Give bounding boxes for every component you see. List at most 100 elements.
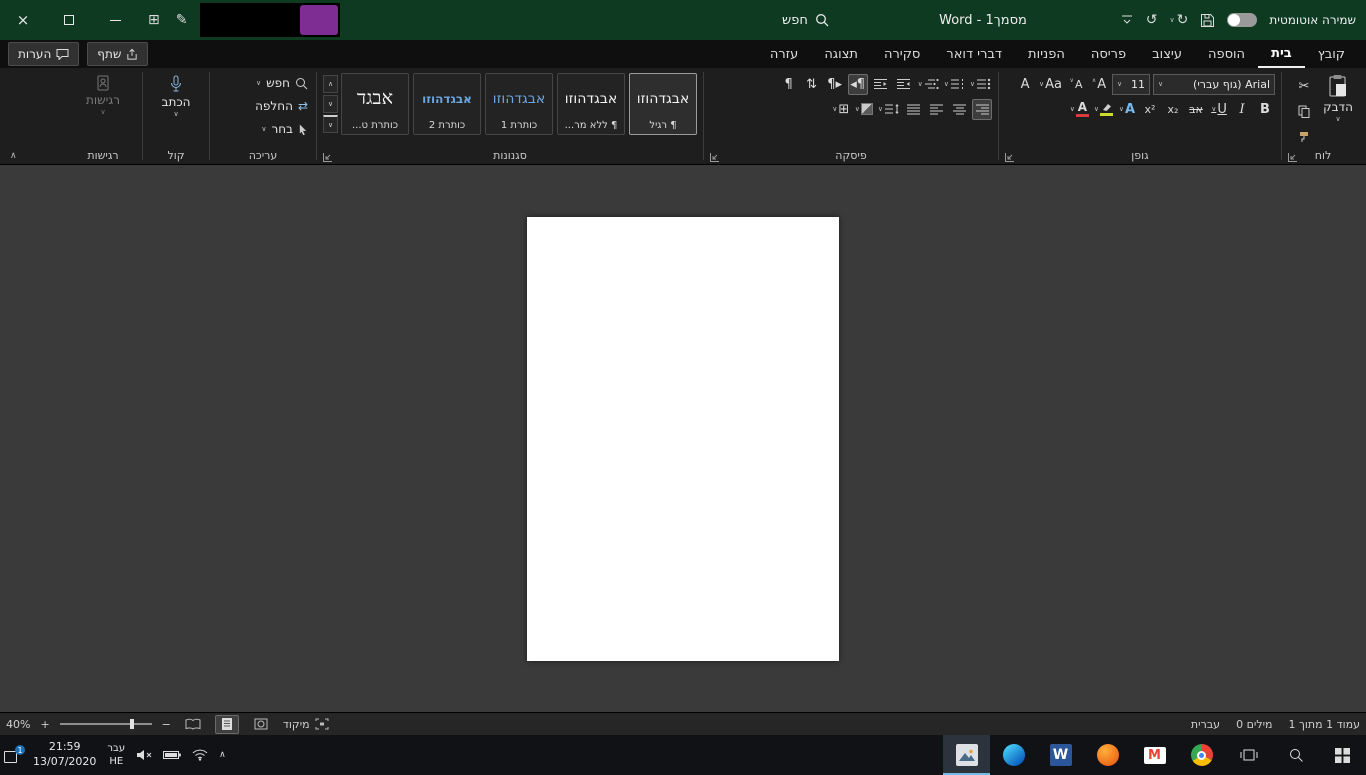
decrease-indent-button[interactable] xyxy=(894,74,914,95)
qat-pen-button[interactable]: ✎ xyxy=(176,12,188,28)
show-formatting-marks-button[interactable]: ¶ xyxy=(779,74,799,95)
tab-help[interactable]: עזרה xyxy=(757,40,811,68)
proofing-language[interactable]: עברית xyxy=(1191,718,1220,731)
tab-references[interactable]: הפניות xyxy=(1015,40,1078,68)
sensitivity-button[interactable]: רגישות ∨ xyxy=(76,71,130,147)
show-hidden-icons-button[interactable]: ∧ xyxy=(219,750,226,760)
share-button[interactable]: שתף xyxy=(87,42,148,66)
photos-app-button[interactable] xyxy=(943,735,990,775)
bold-button[interactable]: B xyxy=(1255,99,1275,120)
copy-button[interactable] xyxy=(1294,101,1314,122)
dictate-button[interactable]: הכתב ∨ xyxy=(149,71,203,147)
sort-button[interactable]: ⇅ xyxy=(802,74,822,95)
style-title[interactable]: אבגד כותרת ט... xyxy=(341,73,409,135)
comments-button[interactable]: הערות xyxy=(8,42,79,66)
find-button[interactable]: חפש ∨ xyxy=(218,72,308,94)
align-right-button[interactable] xyxy=(972,99,992,120)
word-count[interactable]: 0 מילים xyxy=(1236,718,1272,731)
font-size-combo[interactable]: 11 ∨ xyxy=(1112,74,1150,95)
redo-button[interactable]: ↻∨ xyxy=(1170,12,1189,28)
tab-layout[interactable]: פריסה xyxy=(1078,40,1139,68)
action-center-button[interactable]: 1 xyxy=(4,747,22,763)
grow-font-button[interactable]: A∧ xyxy=(1089,74,1109,95)
tab-file[interactable]: קובץ xyxy=(1305,40,1358,68)
page-indicator[interactable]: עמוד 1 מתוך 1 xyxy=(1289,718,1360,731)
font-name-combo[interactable]: Arial (גוף עברי) ∨ xyxy=(1153,74,1275,95)
style-heading-2[interactable]: אבגדהוזו כותרת 2 xyxy=(413,73,481,135)
multilevel-list-button[interactable]: ∨ xyxy=(917,74,940,95)
increase-indent-button[interactable] xyxy=(871,74,891,95)
subscript-button[interactable]: x₂ xyxy=(1163,99,1183,120)
clipboard-dialog-launcher[interactable] xyxy=(1288,153,1297,162)
highlight-color-button[interactable]: ∨ xyxy=(1093,99,1114,120)
document-page[interactable] xyxy=(527,217,839,661)
chrome-app-button[interactable] xyxy=(1178,735,1225,775)
strikethrough-button[interactable]: אב xyxy=(1186,99,1206,120)
line-spacing-button[interactable]: ∨ xyxy=(877,99,900,120)
battery-button[interactable] xyxy=(163,750,181,760)
shrink-font-button[interactable]: A∨ xyxy=(1066,74,1086,95)
borders-button[interactable]: ⊞ ∨ xyxy=(831,99,851,120)
start-button[interactable] xyxy=(1319,735,1366,775)
volume-button[interactable] xyxy=(136,749,152,761)
tab-insert[interactable]: הוספה xyxy=(1195,40,1258,68)
zoom-slider-thumb[interactable] xyxy=(130,719,134,729)
taskbar-search-button[interactable] xyxy=(1272,735,1319,775)
justify-button[interactable] xyxy=(903,99,923,120)
word-app-button[interactable]: W xyxy=(1037,735,1084,775)
close-button[interactable]: × xyxy=(0,0,46,40)
zoom-out-button[interactable]: − xyxy=(162,718,171,731)
language-indicator[interactable]: עבר HE xyxy=(107,742,125,768)
styles-dialog-launcher[interactable] xyxy=(323,153,332,162)
minimize-button[interactable] xyxy=(92,0,138,40)
search-box[interactable]: חפש xyxy=(782,0,829,40)
ltr-text-direction-button[interactable]: ¶▸ xyxy=(825,74,845,95)
zoom-in-button[interactable]: + xyxy=(40,718,49,731)
paragraph-dialog-launcher[interactable] xyxy=(710,153,719,162)
undo-button[interactable]: ↺ xyxy=(1146,12,1158,28)
replace-button[interactable]: ⇄ החלפה xyxy=(218,95,308,117)
tab-review[interactable]: סקירה xyxy=(871,40,933,68)
style-heading-1[interactable]: אבגדהוזו כותרת 1 xyxy=(485,73,553,135)
tab-view[interactable]: תצוגה xyxy=(811,40,871,68)
qat-grid-button[interactable]: ⊞ xyxy=(148,12,160,28)
superscript-button[interactable]: x² xyxy=(1140,99,1160,120)
font-dialog-launcher[interactable] xyxy=(1005,153,1014,162)
change-case-button[interactable]: Aa∨ xyxy=(1038,74,1063,95)
font-color-button[interactable]: A ∨ xyxy=(1069,99,1090,120)
style-no-spacing[interactable]: אבגדהוזו ¶ ללא מר... xyxy=(557,73,625,135)
web-layout-button[interactable] xyxy=(249,715,273,734)
tab-mailings[interactable]: דברי דואר xyxy=(933,40,1015,68)
zoom-slider[interactable] xyxy=(60,723,152,725)
align-left-button[interactable] xyxy=(926,99,946,120)
wifi-button[interactable] xyxy=(192,749,208,761)
zoom-level[interactable]: 40% xyxy=(6,718,30,731)
tab-design[interactable]: עיצוב xyxy=(1139,40,1195,68)
bullets-button[interactable]: ∨ xyxy=(969,74,992,95)
ribbon-display-options-button[interactable] xyxy=(1120,13,1134,27)
focus-mode-button[interactable]: מיקוד xyxy=(283,718,329,731)
select-button[interactable]: בחר ∨ xyxy=(218,118,308,140)
save-button[interactable] xyxy=(1200,13,1215,28)
task-view-button[interactable] xyxy=(1225,735,1272,775)
format-painter-button[interactable] xyxy=(1294,126,1314,147)
taskbar-clock[interactable]: 21:59 13/07/2020 xyxy=(33,740,96,770)
print-layout-button[interactable] xyxy=(215,715,239,734)
restore-button[interactable] xyxy=(46,0,92,40)
italic-button[interactable]: I xyxy=(1232,99,1252,120)
clear-formatting-button[interactable]: A xyxy=(1015,74,1035,95)
tab-home[interactable]: בית xyxy=(1258,40,1305,68)
style-normal[interactable]: אבגדהוזו ¶ רגיל xyxy=(629,73,697,135)
gallery-scroll-up-button[interactable]: ∧ xyxy=(323,75,338,93)
gallery-expand-button[interactable]: ∨ xyxy=(323,115,338,133)
paste-button[interactable]: הדבק ∨ xyxy=(1314,71,1362,147)
underline-button[interactable]: U∨ xyxy=(1209,99,1229,120)
collapse-ribbon-button[interactable]: ∧ xyxy=(10,151,17,161)
align-center-button[interactable] xyxy=(949,99,969,120)
read-mode-button[interactable] xyxy=(181,715,205,734)
rtl-text-direction-button[interactable]: ◂¶ xyxy=(848,74,868,95)
cut-button[interactable]: ✂ xyxy=(1294,76,1314,97)
gallery-scroll-down-button[interactable]: ∨ xyxy=(323,95,338,113)
numbering-button[interactable]: ∨ xyxy=(943,74,966,95)
gmail-app-button[interactable]: M xyxy=(1131,735,1178,775)
